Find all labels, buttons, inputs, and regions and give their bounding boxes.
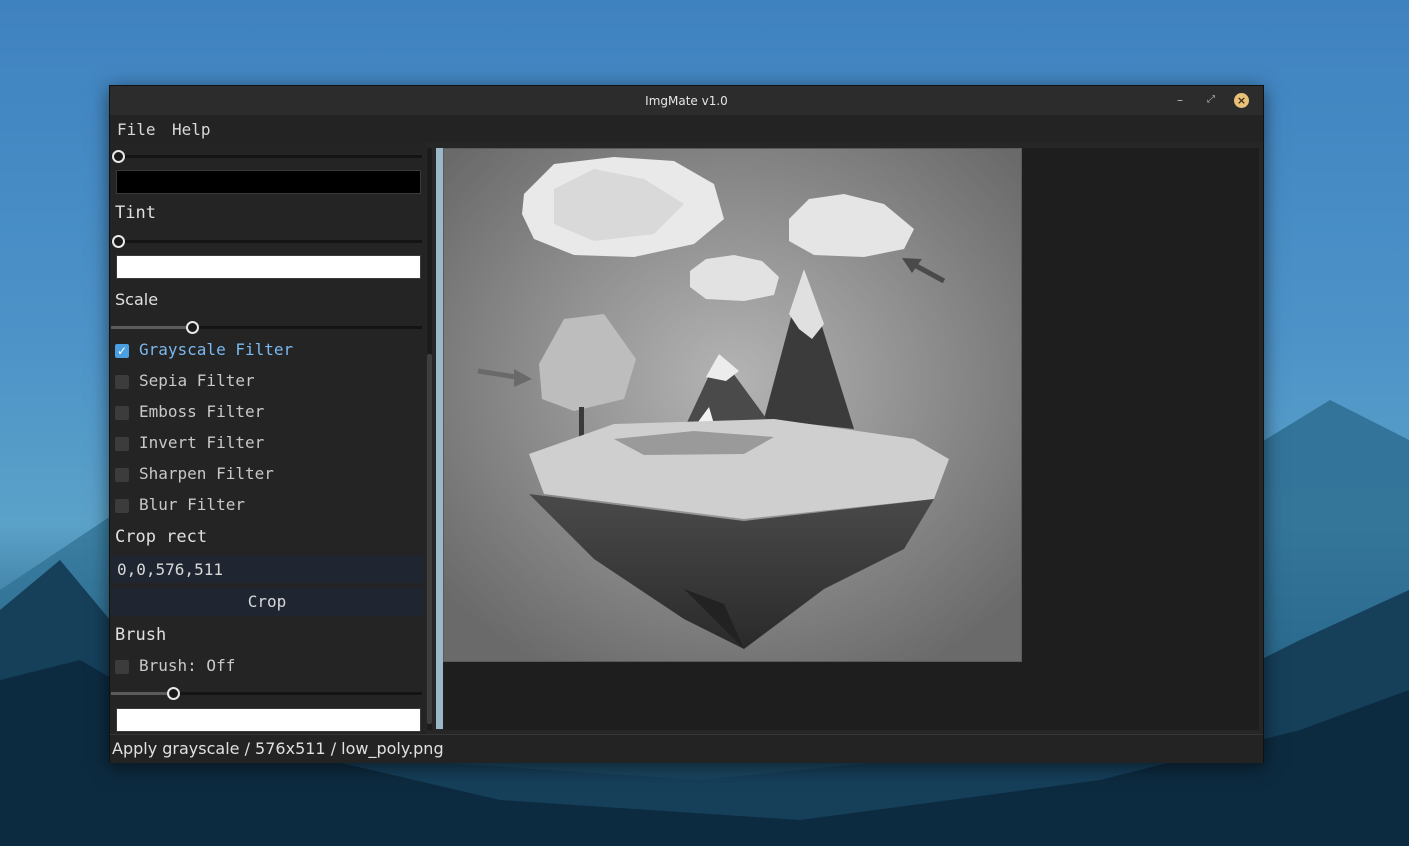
brush-label: Brush (115, 625, 167, 645)
color-swatch-1[interactable] (116, 170, 421, 194)
menu-file[interactable]: File (117, 120, 156, 139)
window-title: ImgMate v1.0 (645, 94, 728, 108)
filter-label: Emboss Filter (139, 402, 265, 421)
filter-checkbox[interactable] (115, 437, 129, 451)
filter-checkbox[interactable] (115, 499, 129, 513)
crop-button[interactable]: Crop (111, 588, 423, 616)
image-preview (443, 148, 1022, 662)
filter-label: Grayscale Filter (139, 340, 294, 359)
close-icon[interactable]: × (1234, 93, 1249, 108)
panel-scrollbar-thumb[interactable] (427, 354, 432, 724)
menu-help[interactable]: Help (172, 120, 211, 139)
filter-label: Invert Filter (139, 433, 265, 452)
brush-size-slider[interactable] (111, 687, 422, 700)
brush-toggle-label: Brush: Off (139, 656, 236, 675)
filter-label: Sharpen Filter (139, 464, 274, 483)
app-window: ImgMate v1.0 – ⤢ × File Help Tint Scale … (109, 85, 1264, 763)
settings-panel: Tint Scale ✓ Grayscale Filter Sepia Filter… (110, 142, 426, 734)
brightness-slider-thumb[interactable] (112, 150, 125, 163)
filter-label: Blur Filter (139, 495, 245, 514)
tint-slider-thumb[interactable] (112, 235, 125, 248)
tint-label: Tint (115, 203, 156, 223)
status-bar: Apply grayscale / 576x511 / low_poly.png (110, 734, 1263, 763)
crop-rect-label: Crop rect (115, 527, 208, 547)
panel-scrollbar[interactable] (427, 148, 432, 730)
filter-checkbox[interactable] (115, 406, 129, 420)
low-poly-island-image (444, 149, 1021, 661)
crop-rect-input[interactable]: 0,0,576,511 (111, 556, 423, 583)
filter-label: Sepia Filter (139, 371, 255, 390)
scale-slider[interactable] (111, 321, 422, 334)
brush-color-swatch[interactable] (116, 708, 421, 732)
image-canvas[interactable] (443, 148, 1259, 730)
brush-checkbox[interactable] (115, 660, 129, 674)
panel-splitter[interactable] (436, 148, 443, 729)
filter-checkbox[interactable] (115, 375, 129, 389)
brush-size-slider-thumb[interactable] (167, 687, 181, 700)
tint-slider[interactable] (111, 235, 422, 248)
scale-label: Scale (115, 290, 159, 309)
menu-bar: File Help (110, 115, 1263, 142)
scale-slider-thumb[interactable] (185, 321, 199, 334)
brush-size-slider-fill (111, 692, 174, 695)
brightness-slider[interactable] (111, 150, 422, 163)
maximize-icon[interactable]: ⤢ (1203, 92, 1219, 108)
filter-checkbox[interactable]: ✓ (115, 344, 129, 358)
tint-color-swatch[interactable] (116, 255, 421, 279)
status-text: Apply grayscale / 576x511 / low_poly.png (112, 739, 444, 758)
minimize-icon[interactable]: – (1172, 92, 1188, 108)
title-bar: ImgMate v1.0 – ⤢ × (110, 86, 1263, 115)
scale-slider-fill (111, 326, 192, 329)
filter-checkbox[interactable] (115, 468, 129, 482)
